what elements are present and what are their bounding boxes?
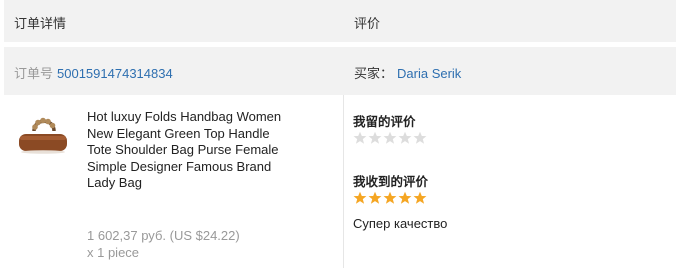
my-review-label: 我留的评价 <box>353 115 416 129</box>
product-price: 1 602,37 руб. (US $24.22) <box>87 228 240 243</box>
star-empty-icon <box>368 131 382 144</box>
buyer-info: 买家： Daria Serik <box>354 63 461 82</box>
star-filled-icon <box>383 191 397 204</box>
order-review-panel: 订单详情 评价 订单号 5001591474314834 买家： Daria Ser… <box>0 0 676 268</box>
product-quantity: x 1 piece <box>87 245 140 260</box>
order-number: 订单号 5001591474314834 <box>14 63 173 82</box>
star-filled-icon <box>368 191 382 204</box>
star-filled-icon <box>353 191 367 204</box>
buyer-label: 买家： <box>354 66 394 81</box>
column-divider <box>343 95 344 268</box>
buyer-name-link[interactable]: Daria Serik <box>397 66 461 81</box>
received-review-stars <box>353 191 427 207</box>
product-price-block: 1 602,37 руб. (US $24.22) x 1 piece <box>87 227 240 261</box>
received-review-label: 我收到的评价 <box>353 175 429 189</box>
reviews-heading: 评价 <box>354 16 381 31</box>
order-info-row: 订单号 5001591474314834 买家： Daria Serik <box>4 47 676 95</box>
product-title[interactable]: Hot luxuy Folds Handbag Women New Elegan… <box>87 109 287 192</box>
table-header: 订单详情 评价 <box>4 0 676 42</box>
received-review-comment: Супер качество <box>353 216 448 231</box>
star-empty-icon <box>383 131 397 144</box>
star-empty-icon <box>353 131 367 144</box>
star-empty-icon <box>413 131 427 144</box>
order-details-heading: 订单详情 <box>14 16 67 31</box>
star-empty-icon <box>398 131 412 144</box>
star-filled-icon <box>413 191 427 204</box>
order-number-label: 订单号 <box>14 66 54 81</box>
my-review-stars <box>353 131 427 147</box>
handbag-thumbnail[interactable] <box>14 112 72 164</box>
order-number-link[interactable]: 5001591474314834 <box>57 66 173 81</box>
star-filled-icon <box>398 191 412 204</box>
